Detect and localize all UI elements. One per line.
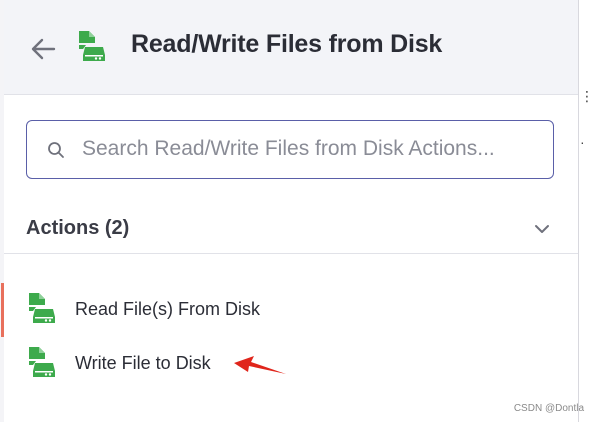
search-icon [48,142,64,158]
action-write-file[interactable]: Write File to Disk [4,337,578,387]
disk-file-icon [79,31,105,61]
watermark: CSDN @Dontla [513,403,584,414]
search-box [26,120,554,179]
disk-file-icon [29,293,55,323]
background-window-edge [580,0,590,422]
actions-section-header[interactable]: Actions (2) [4,203,578,254]
disk-file-icon [29,347,55,377]
actions-panel: Read/Write Files from Disk Actions (2) R… [1,0,579,422]
section-title: Actions (2) [26,217,130,239]
action-read-files[interactable]: Read File(s) From Disk [1,283,578,337]
background-glyph: · [580,134,585,150]
chevron-down-icon [535,225,549,233]
page-title: Read/Write Files from Disk [131,30,443,58]
search-input[interactable] [82,121,542,177]
panel-header: Read/Write Files from Disk [4,0,578,95]
action-label: Read File(s) From Disk [75,299,261,319]
action-label: Write File to Disk [75,353,211,373]
background-glyph: ⋮ [580,88,590,104]
annotation-arrow-icon [234,356,286,374]
back-button[interactable] [28,34,58,64]
arrow-left-icon [31,38,56,60]
